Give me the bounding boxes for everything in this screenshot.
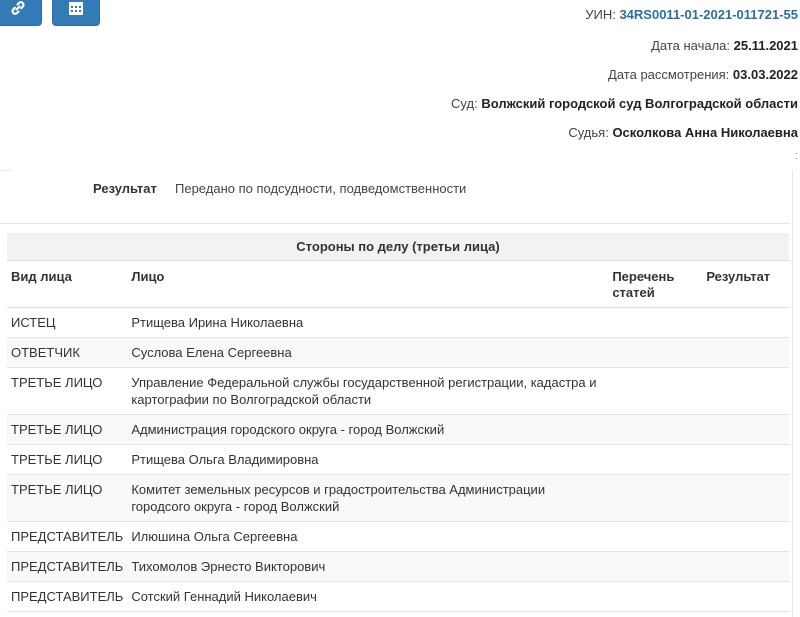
table-row: ТРЕТЬЕ ЛИЦО Ртищева Ольга Владимировна [7,444,789,475]
table-row: ТРЕТЬЕ ЛИЦО Администрация городского окр… [7,414,789,445]
articles-cell [608,444,703,475]
party-type-cell: ТРЕТЬЕ ЛИЦО [7,444,128,475]
result-label: Результат [93,181,157,196]
party-name-cell: Суслова Елена Сергеевна [127,337,609,368]
result-cell [702,444,789,475]
party-name-cell: Управление Федеральной службы государств… [127,367,609,415]
review-date-line: Дата рассмотрения: 03.03.2022 [608,67,798,82]
articles-cell [608,367,703,415]
party-name-cell: Тихомолов Эрнесто Викторович [127,551,609,582]
party-name-cell: Ртищева Ольга Владимировна [127,444,609,475]
party-name-cell: Комитет земельных ресурсов и градостроит… [127,474,609,522]
uin-label: УИН: [585,7,616,22]
start-date-label: Дата начала: [651,38,731,53]
party-type-cell: ИСТЕЦ [7,307,128,338]
party-name-cell: Ртищева Ирина Николаевна [127,307,609,338]
result-cell [702,337,789,368]
party-name-cell: Администрация городского округа - город … [127,414,609,445]
table-row: ПРЕДСТАВИТЕЛЬ Сотский Геннадий Николаеви… [7,581,789,612]
party-name-cell: Сотский Геннадий Николаевич [127,581,609,612]
judge-label: Судья: [568,125,609,140]
articles-cell [608,521,703,552]
party-type-cell: ПРЕДСТАВИТЕЛЬ [7,581,128,612]
result-cell [702,474,789,522]
column-header-party-name: Лицо [127,260,609,308]
parties-table-caption: Стороны по делу (третьи лица) [7,233,789,261]
review-date-value: 03.03.2022 [732,67,798,82]
result-cell [702,307,789,338]
table-row: ТРЕТЬЕ ЛИЦО Комитет земельных ресурсов и… [7,474,789,522]
column-header-result: Результат [702,260,789,308]
review-date-label: Дата рассмотрения: [608,67,730,82]
uin-line: УИН: 34RS0011-01-2021-011721-55 [585,7,798,22]
articles-cell [608,414,703,445]
party-type-cell: ПРЕДСТАВИТЕЛЬ [7,521,128,552]
result-cell [702,367,789,415]
court-value: Волжский городской суд Волгоградской обл… [481,96,798,111]
table-row: ПРЕДСТАВИТЕЛЬ Илюшина Ольга Сергеевна [7,521,789,552]
start-date-value: 25.11.2021 [733,38,798,53]
more-marker: : [794,150,798,162]
articles-cell [608,581,703,612]
articles-cell [608,307,703,338]
party-type-cell: ОТВЕТЧИК [7,337,128,368]
calendar-button[interactable] [52,0,100,26]
articles-cell [608,474,703,522]
table-row: ОТВЕТЧИК Суслова Елена Сергеевна [7,337,789,368]
result-value: Передано по подсудности, подведомственно… [175,181,467,196]
party-type-cell: ПРЕДСТАВИТЕЛЬ [7,551,128,582]
party-name-line: Управление Федеральной службы государств… [131,375,597,390]
uin-value[interactable]: 34RS0011-01-2021-011721-55 [619,7,798,22]
column-header-articles: Перечень статей [608,260,703,308]
judge-line: Судья: Осколкова Анна Николаевна [568,125,798,140]
result-cell [702,414,789,445]
panel-border [792,170,793,617]
divider [0,170,10,171]
table-row: ИСТЕЦ Ртищева Ирина Николаевна [7,307,789,338]
link-icon [9,0,27,17]
party-type-cell: ТРЕТЬЕ ЛИЦО [7,474,128,522]
column-header-articles-text: Перечень статей [612,269,675,300]
result-cell [702,521,789,552]
link-button[interactable] [0,0,42,26]
result-cell [702,581,789,612]
judge-value: Осколкова Анна Николаевна [612,125,798,140]
column-header-party-type: Вид лица [7,260,128,308]
parties-table: Стороны по делу (третьи лица) Вид лица Л… [7,233,789,612]
party-name-line: картографии по Волгоградской области [131,392,372,407]
start-date-line: Дата начала: 25.11.2021 [651,38,798,53]
articles-cell [608,551,703,582]
result-cell [702,551,789,582]
court-label: Суд: [451,96,478,111]
party-name-cell: Илюшина Ольга Сергеевна [127,521,609,552]
articles-cell [608,337,703,368]
party-name-line: городсого округа - город Волжский [131,499,340,514]
party-name-line: Комитет земельных ресурсов и градостроит… [131,482,546,497]
court-line: Суд: Волжский городской суд Волгоградско… [451,96,798,111]
divider [0,223,790,224]
table-row: ТРЕТЬЕ ЛИЦО Управление Федеральной служб… [7,367,789,415]
table-row: ПРЕДСТАВИТЕЛЬ Тихомолов Эрнесто Викторов… [7,551,789,582]
calendar-icon [68,0,84,16]
party-type-cell: ТРЕТЬЕ ЛИЦО [7,414,128,445]
party-type-cell: ТРЕТЬЕ ЛИЦО [7,367,128,415]
